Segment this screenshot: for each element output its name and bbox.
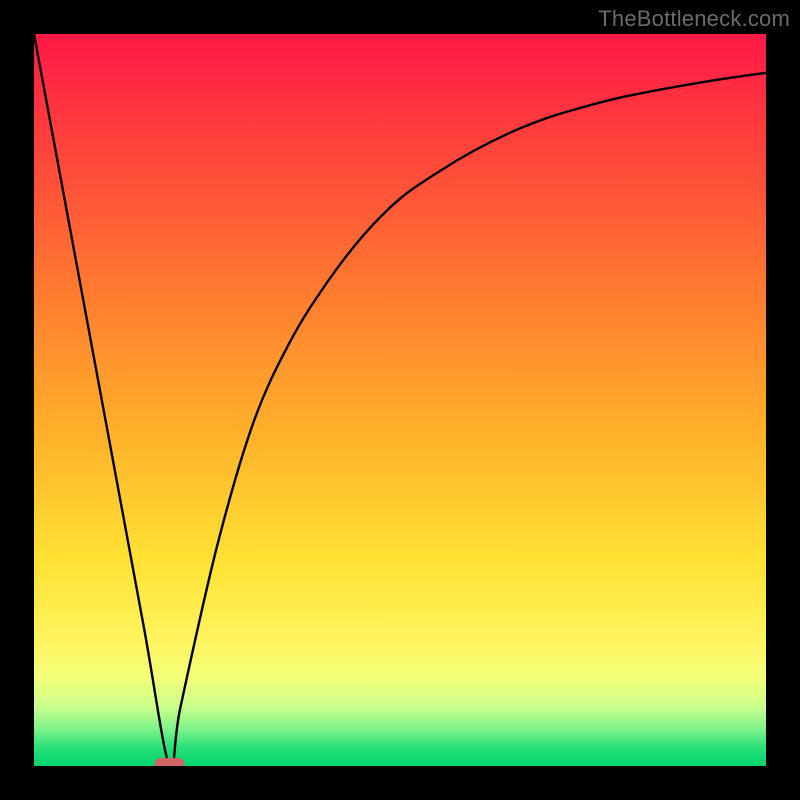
chart-frame: TheBottleneck.com (0, 0, 800, 800)
chart-svg (34, 34, 766, 766)
min-marker (154, 758, 184, 766)
plot-area (34, 34, 766, 766)
attribution-text: TheBottleneck.com (598, 6, 790, 32)
bottleneck-curve (34, 34, 766, 766)
